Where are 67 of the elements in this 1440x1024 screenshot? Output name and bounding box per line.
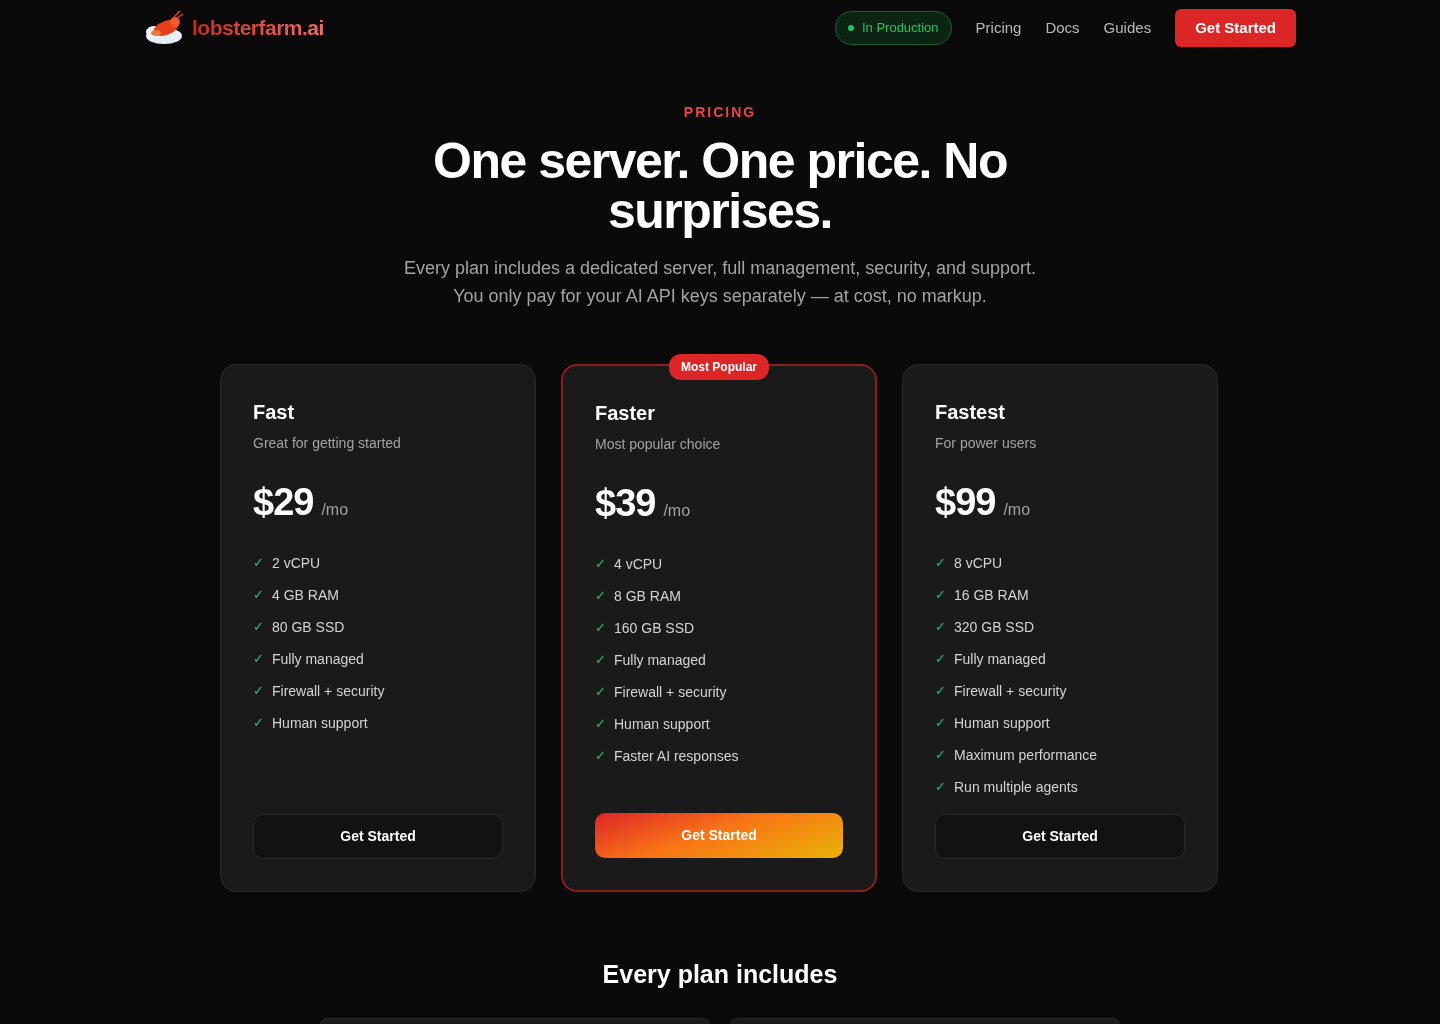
feature-text: 80 GB SSD [272,618,345,637]
check-icon: ✓ [253,707,264,739]
price-period: /mo [321,500,349,520]
plan-tagline: For power users [935,435,1037,451]
get-started-button[interactable]: Get Started [1175,8,1296,48]
check-icon: ✓ [595,580,606,612]
price-period: /mo [663,501,691,521]
feature-text: Fully managed [614,651,706,670]
subtitle-text: You only pay for your AI API keys separately — at cost, no markup. [453,286,987,306]
feature-text: Human support [954,714,1050,733]
feature-text: Human support [614,715,710,734]
nav-link[interactable]: Pricing [975,16,1022,40]
plan-price: $39 [595,481,656,526]
feature-text: Firewall + security [614,683,727,702]
feature-text: Run multiple agents [954,778,1078,797]
plan-name: Fast [253,401,295,423]
get-started-button[interactable]: Get Started [253,814,503,859]
check-icon: ✓ [935,643,946,675]
check-icon: ✓ [595,676,606,708]
check-icon: ✓ [935,739,946,771]
feature-text: 4 vCPU [614,555,663,574]
plan-tagline: Most popular choice [595,436,721,452]
feature-text: Firewall + security [954,682,1067,701]
check-icon: ✓ [253,579,264,611]
feature-text: 8 GB RAM [614,587,681,606]
check-icon: ✓ [253,675,264,707]
feature-text: 16 GB RAM [954,586,1029,605]
check-icon: ✓ [595,708,606,740]
check-icon: ✓ [595,740,606,772]
feature-text: Human support [272,714,368,733]
feature-text: 160 GB SSD [614,619,695,638]
popular-badge: Most Popular [669,354,769,380]
check-icon: ✓ [253,547,264,579]
feature-text: Maximum performance [954,746,1098,765]
plan-tagline: Great for getting started [253,435,401,451]
price-period: /mo [1003,500,1031,520]
check-icon: ✓ [935,707,946,739]
feature-text: Firewall + security [272,682,385,701]
check-icon: ✓ [253,611,264,643]
feature-text: Fully managed [954,650,1046,669]
check-icon: ✓ [935,547,946,579]
feature-text: 2 vCPU [272,554,321,573]
feature-text: 320 GB SSD [954,618,1035,637]
status-pill: In Production [834,11,952,45]
feature-text: 4 GB RAM [272,586,339,605]
check-icon: ✓ [935,675,946,707]
plan-name: Faster [595,402,656,424]
nav-link[interactable]: Guides [1103,16,1152,40]
subtitle-text: Every plan includes a dedicated server, full management, security, and support. [404,258,1036,278]
nav-link[interactable]: Docs [1045,16,1080,40]
page-title: One server. One price. No surprises. [432,136,1008,236]
section-heading: Every plan includes [602,959,838,990]
feature-text: 8 vCPU [954,554,1003,573]
feature-text: Faster AI responses [614,747,739,766]
plan-price: $99 [935,480,996,525]
plan-price: $29 [253,480,314,525]
section-label: PRICING [683,103,757,122]
plan-name: Fastest [935,401,1006,423]
check-icon: ✓ [935,579,946,611]
check-icon: ✓ [595,612,606,644]
check-icon: ✓ [595,644,606,676]
check-icon: ✓ [595,548,606,580]
get-started-button[interactable]: Get Started [935,814,1185,859]
check-icon: ✓ [935,771,946,803]
check-icon: ✓ [253,643,264,675]
check-icon: ✓ [935,611,946,643]
feature-text: Fully managed [272,650,364,669]
